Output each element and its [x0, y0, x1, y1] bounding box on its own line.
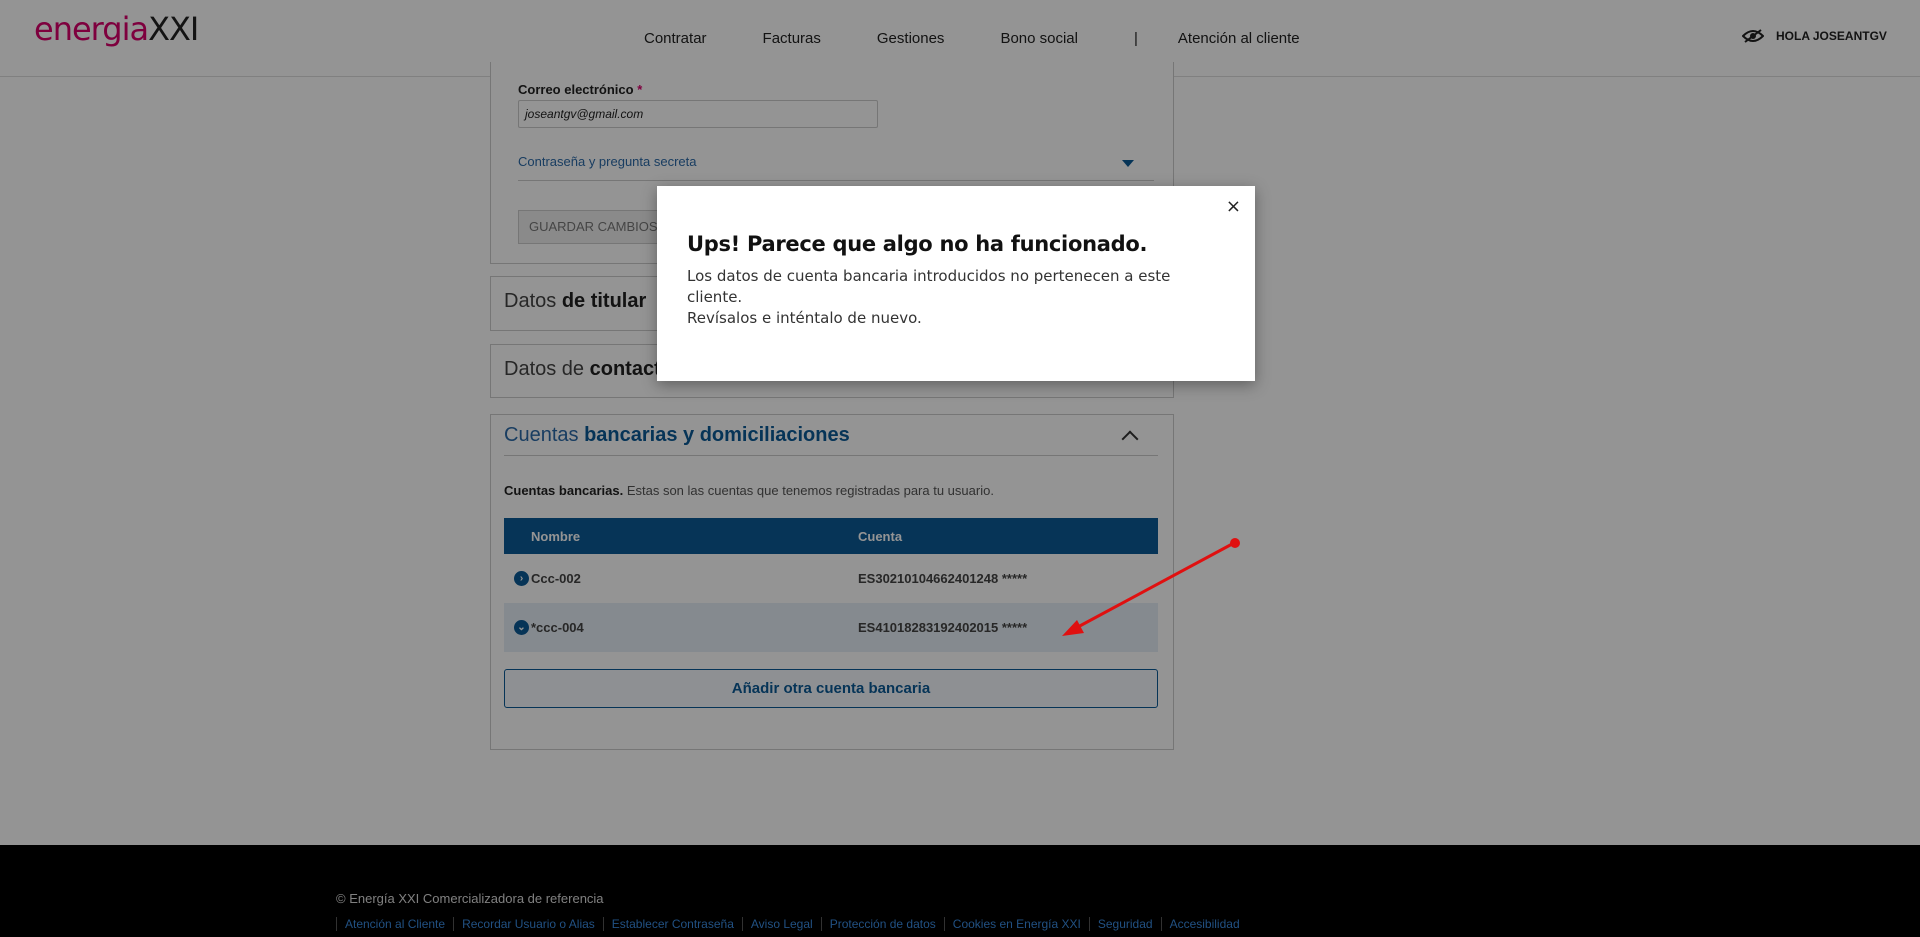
modal-backdrop[interactable] — [0, 0, 1920, 937]
close-icon[interactable]: × — [1226, 196, 1241, 217]
modal-title: Ups! Parece que algo no ha funcionado. — [687, 232, 1148, 256]
error-modal: × Ups! Parece que algo no ha funcionado.… — [657, 186, 1255, 381]
modal-message: Los datos de cuenta bancaria introducido… — [687, 267, 1171, 327]
